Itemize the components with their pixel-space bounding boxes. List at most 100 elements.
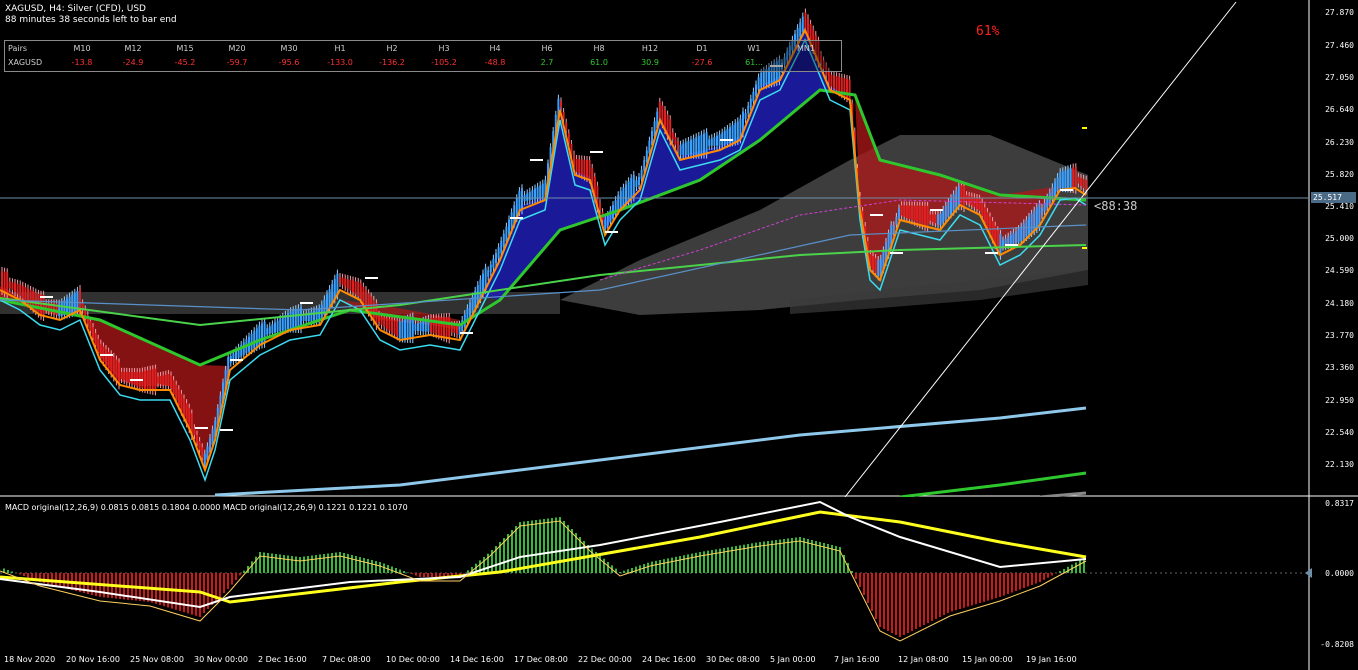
candle-body — [749, 98, 752, 108]
candle-body — [752, 91, 755, 102]
candle-body — [895, 216, 898, 225]
candle-body — [526, 193, 529, 201]
candle-body — [346, 279, 349, 289]
candle-body — [469, 302, 471, 318]
pairs-value-cell: -105.2 — [431, 58, 457, 67]
candle-body — [495, 253, 497, 263]
pairs-value-cell: -27.6 — [691, 58, 713, 67]
pairs-header-cell: MN1 — [797, 44, 815, 53]
candle-body — [391, 319, 393, 333]
candle-body — [177, 389, 180, 406]
candle-body — [42, 294, 45, 317]
time-axis-label: 7 Dec 08:00 — [322, 655, 371, 664]
candle-body — [918, 205, 921, 225]
candle-body — [830, 74, 833, 87]
candle-body — [11, 282, 14, 291]
candle-body — [1080, 177, 1082, 186]
candle-body — [1056, 177, 1059, 192]
candle-body — [448, 317, 451, 340]
pairs-value-cell: -59.7 — [226, 58, 248, 67]
candle-body — [684, 142, 687, 155]
candle-body — [380, 316, 383, 325]
signal-dot — [1082, 127, 1087, 129]
candle-body — [1012, 232, 1015, 244]
candle-body — [417, 323, 419, 331]
candle-body — [703, 133, 705, 155]
candle-body — [396, 320, 399, 337]
candle-body — [760, 72, 763, 87]
candle-body — [674, 136, 677, 145]
candle-body — [848, 79, 851, 100]
candle-body — [687, 141, 690, 155]
candle-body — [419, 321, 422, 332]
candle-body — [144, 371, 146, 389]
pairs-header-cell: H12 — [641, 44, 659, 53]
pairs-value-cell: -95.6 — [278, 58, 300, 67]
candle-body — [1, 271, 3, 291]
candle-body — [937, 214, 939, 225]
candle-body — [942, 209, 945, 223]
candle-body — [385, 318, 388, 329]
candle-body — [151, 369, 154, 391]
candle-body — [8, 281, 11, 289]
candle-body — [1017, 229, 1020, 243]
time-axis-label: 19 Jan 16:00 — [1026, 655, 1077, 664]
candle-body — [349, 279, 352, 291]
pairs-header-cell: M12 — [124, 44, 142, 53]
candle-body — [112, 356, 115, 378]
candle-body — [903, 205, 906, 217]
candle-body — [157, 376, 159, 384]
price-axis-label: 27.460 — [1325, 41, 1354, 50]
pairs-header-cell: Pairs — [8, 44, 28, 53]
candle-body — [359, 283, 362, 299]
candle-body — [255, 328, 258, 347]
candle-body — [978, 198, 981, 211]
price-axis-label: 25.410 — [1325, 202, 1354, 211]
candle-body — [983, 207, 986, 222]
price-axis-label: 23.770 — [1325, 331, 1354, 340]
candle-body — [175, 384, 178, 401]
pairs-header-cell: H6 — [541, 44, 553, 53]
candle-body — [16, 283, 19, 294]
candle-body — [926, 205, 929, 228]
candle-body — [253, 331, 256, 349]
candle-body — [71, 294, 74, 314]
candle-body — [755, 84, 757, 96]
candle-body — [736, 121, 739, 141]
candle-body — [757, 77, 760, 90]
candle-body — [289, 311, 292, 329]
time-axis-label: 25 Nov 08:00 — [130, 655, 184, 664]
candle-body — [643, 160, 646, 171]
candle-body — [638, 177, 640, 185]
macd-label: MACD original(12,26,9) 0.0815 0.0815 0.1… — [5, 503, 408, 512]
candle-body — [734, 123, 737, 142]
candle-body — [1072, 167, 1075, 189]
time-axis-label: 2 Dec 16:00 — [258, 655, 307, 664]
candle-body — [398, 321, 401, 339]
candle-body — [944, 205, 947, 220]
candle-body — [3, 271, 6, 293]
candle-body — [450, 325, 453, 332]
macd-panel[interactable] — [0, 497, 1358, 670]
candle-body — [630, 178, 633, 200]
candle-body — [682, 143, 685, 155]
candle-body — [502, 233, 505, 248]
candle-body — [24, 287, 27, 301]
bar-timer-text: 88 minutes 38 seconds left to bar end — [5, 15, 177, 25]
candle-body — [105, 349, 107, 366]
pairs-header-cell: H3 — [438, 44, 450, 53]
candle-body — [606, 215, 609, 226]
candle-body — [697, 136, 700, 155]
time-axis-label: 20 Nov 16:00 — [66, 655, 120, 664]
candle-body — [1041, 208, 1043, 215]
candle-body — [99, 343, 102, 359]
candle-body — [393, 320, 396, 335]
candle-body — [92, 327, 94, 338]
candle-body — [947, 202, 950, 217]
pairs-value-cell: -24.9 — [122, 58, 144, 67]
time-axis-label: 22 Dec 00:00 — [578, 655, 632, 664]
chart-title: XAGUSD, H4: Silver (CFD), USD — [5, 4, 146, 14]
price-chart[interactable] — [0, 0, 1358, 497]
pairs-value-cell: -13.8 — [71, 58, 93, 67]
candle-body — [1069, 168, 1072, 189]
